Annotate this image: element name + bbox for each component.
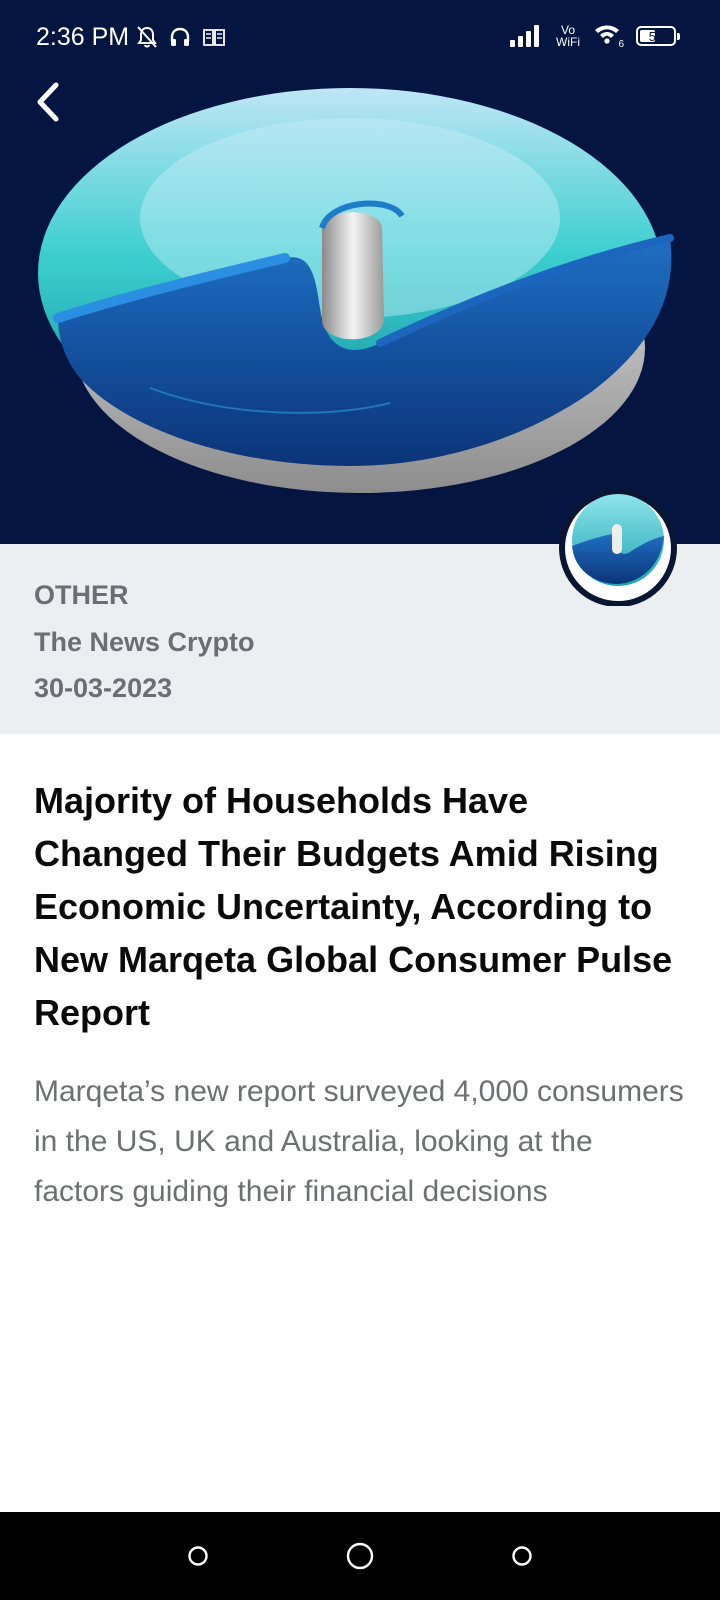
chevron-left-icon	[37, 82, 59, 122]
article-date: 30-03-2023	[34, 673, 173, 703]
article-body: Majority of Households Have Changed Thei…	[34, 774, 684, 1217]
recents-icon	[188, 1546, 208, 1566]
home-icon	[346, 1542, 374, 1570]
article-source[interactable]: The News Crypto	[34, 625, 255, 659]
wifi-sub-label: 6	[618, 39, 624, 50]
system-navigation-bar	[0, 1512, 720, 1600]
source-avatar[interactable]	[558, 488, 678, 606]
nav-back-button[interactable]	[505, 1539, 539, 1573]
status-notification-icons	[136, 22, 226, 52]
article-screen: 2:36 PM Vo WiFi 6 53 OTHER The News Cryp…	[0, 0, 720, 1600]
signal-icon	[510, 25, 539, 47]
book-icon	[203, 29, 225, 46]
vowifi-bottom-label: WiFi	[556, 35, 580, 49]
battery-level: 53	[648, 28, 664, 44]
back-button[interactable]	[26, 76, 70, 128]
headphones-icon	[170, 27, 190, 46]
article-summary: Marqeta’s new report surveyed 4,000 cons…	[34, 1075, 684, 1208]
article-category: OTHER	[34, 580, 129, 610]
nav-home-button[interactable]	[343, 1539, 377, 1573]
vowifi-indicator: Vo WiFi	[554, 24, 582, 48]
status-time: 2:36 PM	[36, 23, 130, 51]
bell-off-icon	[137, 26, 157, 48]
status-bar: 2:36 PM Vo WiFi 6 53	[0, 0, 720, 72]
nav-recents-button[interactable]	[181, 1539, 215, 1573]
status-system-icons: Vo WiFi 6 53	[510, 20, 680, 52]
article-headline[interactable]: Majority of Households Have Changed Thei…	[34, 774, 684, 1039]
back-icon	[512, 1546, 532, 1566]
wifi-icon: 6	[594, 24, 624, 50]
article-hero-image	[0, 0, 720, 544]
source-logo-large	[38, 88, 674, 493]
battery-icon: 53	[636, 26, 680, 46]
